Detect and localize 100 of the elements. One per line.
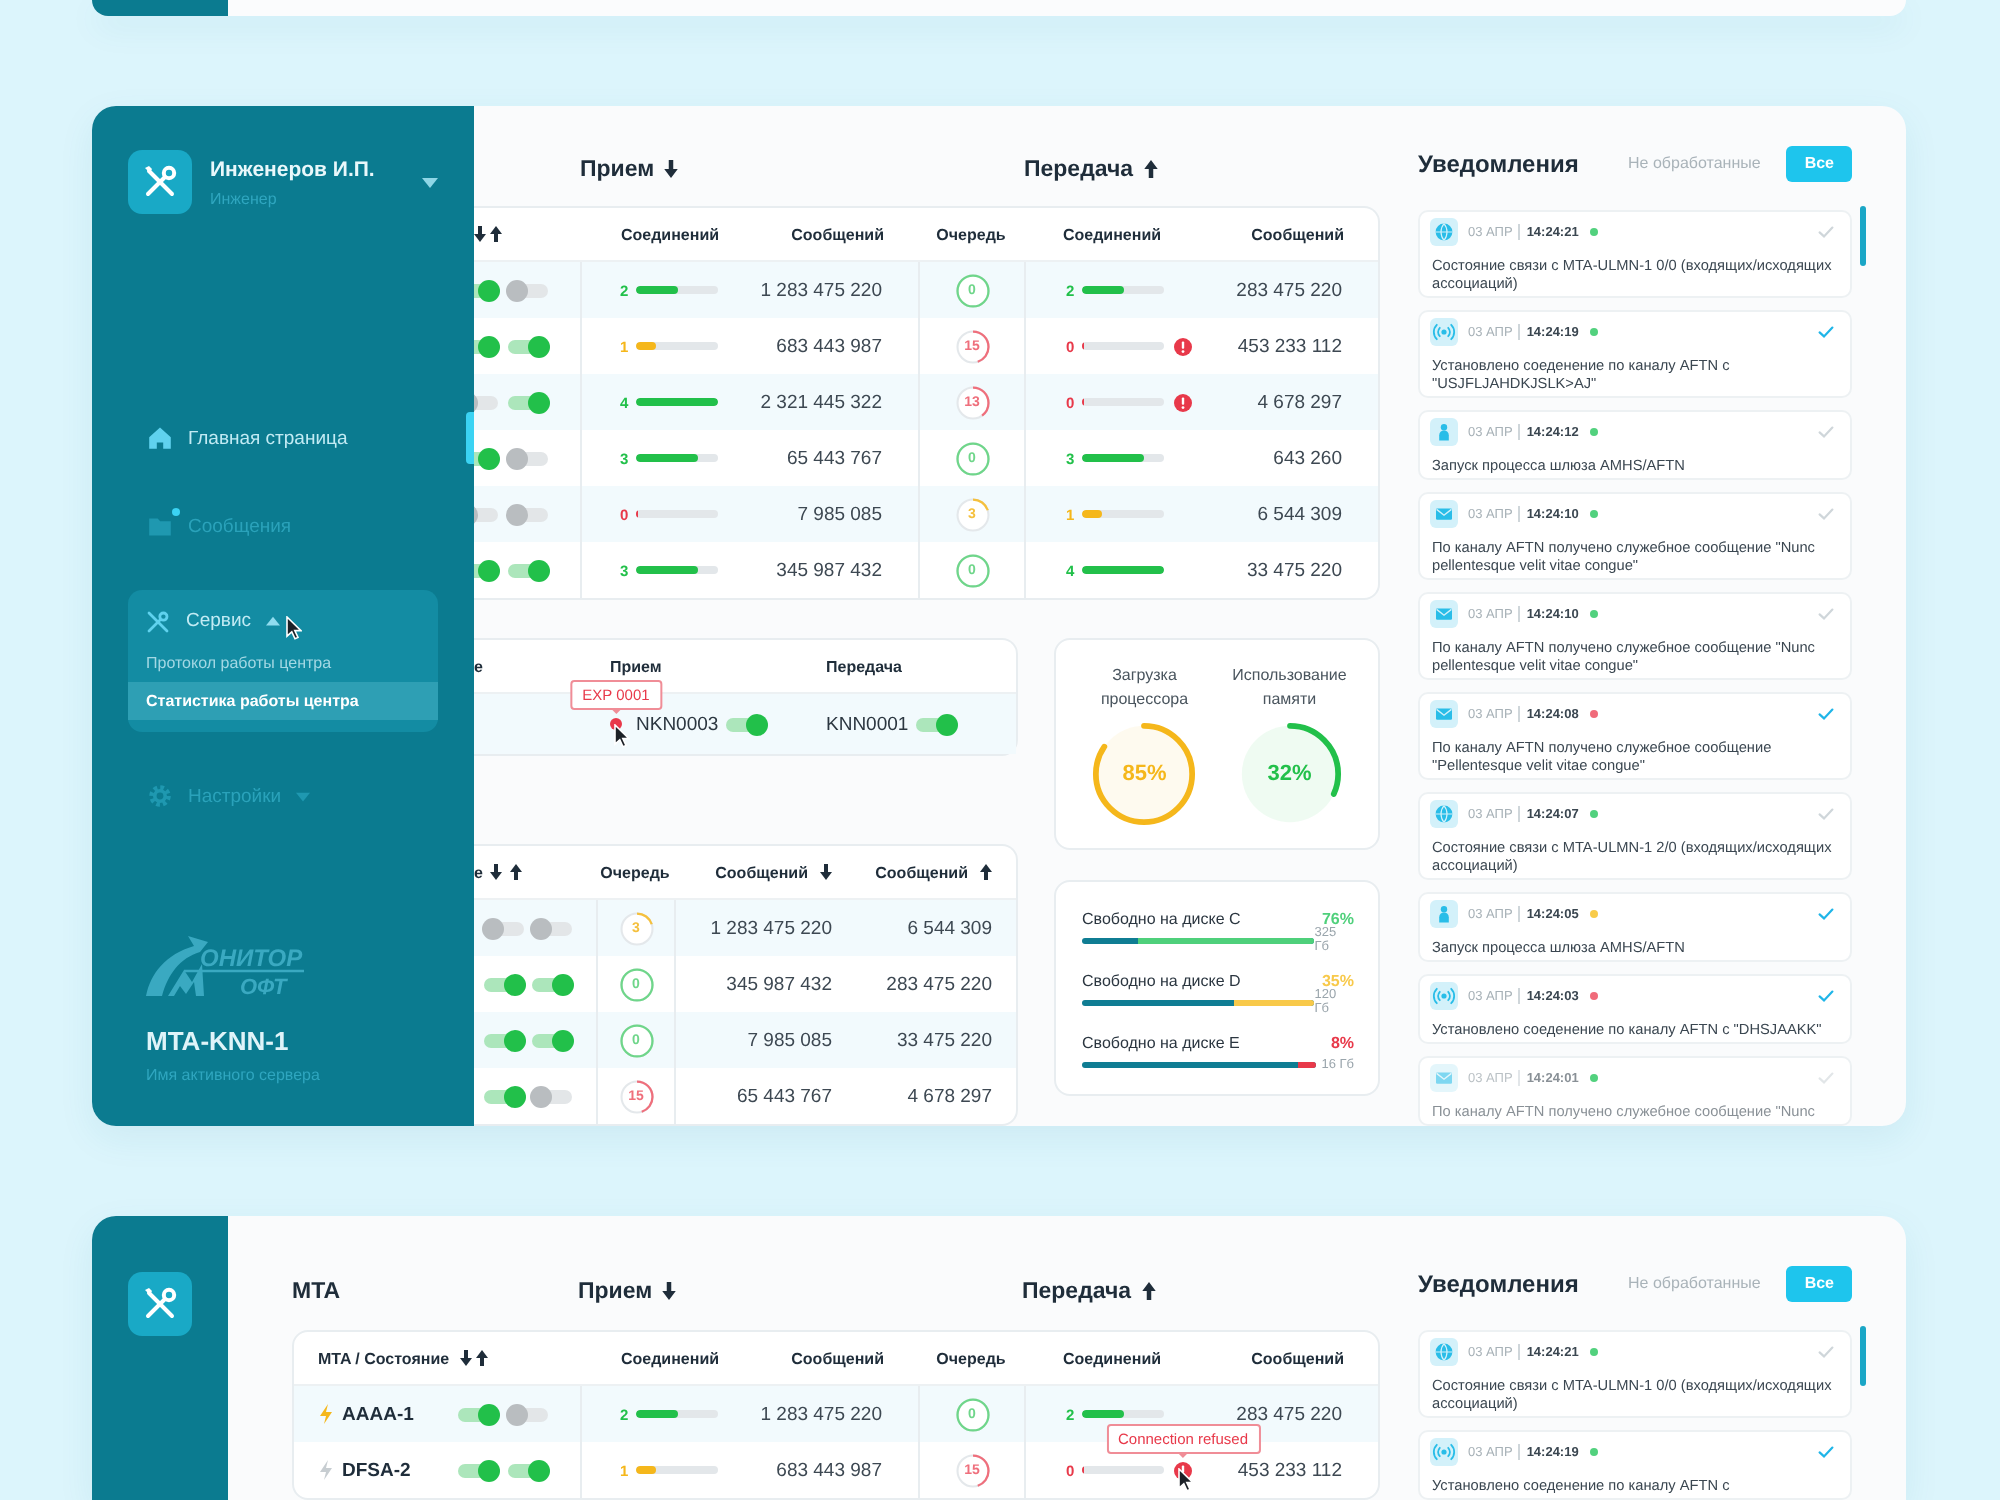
toggle-switch[interactable] — [530, 973, 574, 995]
signal-icon — [1430, 1438, 1458, 1466]
arrow-up-icon — [1143, 160, 1158, 178]
table-cell: 453 233 112 — [1237, 1459, 1342, 1481]
mta-name: DFSA-2 — [342, 1459, 411, 1481]
toggle-switch[interactable] — [530, 1029, 574, 1051]
section-heading: Передача — [1022, 1279, 1132, 1303]
envelope-icon — [1430, 500, 1458, 528]
section-heading: Прием — [580, 157, 655, 181]
table-cell: 453 233 112 — [1237, 335, 1342, 357]
cursor-icon — [614, 724, 630, 748]
column-header: Сообщений — [791, 1349, 884, 1367]
check-icon[interactable] — [1818, 1346, 1834, 1358]
check-icon[interactable] — [1818, 808, 1834, 820]
cursor-icon — [1178, 1467, 1194, 1491]
toggle-switch[interactable] — [506, 559, 550, 581]
globe-icon — [1430, 800, 1458, 828]
table-cell: 2 321 445 322 — [760, 391, 882, 413]
disk-percent: 76% — [1321, 908, 1354, 928]
envelope-icon — [1430, 1064, 1458, 1092]
panel-title: Уведомления — [1418, 1270, 1579, 1298]
queue-ring-icon — [955, 1397, 989, 1431]
toggle-switch[interactable] — [506, 1403, 550, 1425]
queue-ring-icon — [955, 273, 989, 307]
toggle-switch[interactable] — [482, 1029, 526, 1051]
table-cell: 6 544 309 — [1257, 503, 1342, 525]
gauge-value: 85% — [1122, 762, 1167, 786]
toggle-switch[interactable] — [506, 279, 550, 301]
arrow-down-icon — [664, 160, 679, 178]
globe-icon — [1430, 1338, 1458, 1366]
queue-ring-icon — [619, 1023, 653, 1057]
panel-title: Уведомления — [1418, 150, 1579, 178]
check-icon[interactable] — [1818, 908, 1834, 920]
arrow-up-icon — [1141, 1282, 1156, 1300]
user-name: Инженеров И.П. — [210, 157, 375, 181]
nav-item[interactable]: Главная страница — [92, 414, 474, 462]
queue-ring-icon — [619, 911, 653, 945]
toggle-switch[interactable] — [506, 391, 550, 413]
column-header: Передача — [826, 657, 902, 675]
arrow-down-icon — [490, 864, 503, 880]
disk-label: Свободно на диске D — [1082, 970, 1241, 992]
table-cell: 33 475 220 — [896, 1029, 992, 1051]
column-header: Соединений — [620, 225, 720, 243]
toggle-switch[interactable] — [506, 1459, 550, 1481]
check-icon[interactable] — [1818, 990, 1834, 1002]
channel-name: NKN0003 — [636, 713, 719, 735]
caret-down-icon[interactable] — [422, 177, 438, 187]
disk-percent: 8% — [1330, 1032, 1354, 1054]
table-cell: 65 443 767 — [736, 1085, 832, 1107]
queue-ring-icon — [955, 497, 989, 531]
toggle-switch[interactable] — [506, 503, 550, 525]
table-cell: 283 475 220 — [1236, 279, 1342, 301]
queue-ring-icon — [955, 329, 989, 363]
signal-icon — [1430, 318, 1458, 346]
check-icon[interactable] — [1818, 508, 1834, 520]
toggle-switch[interactable] — [506, 447, 550, 469]
server-name: MTA-KNN-1 — [146, 1026, 291, 1056]
scrollbar-thumb[interactable] — [1860, 206, 1866, 266]
toggle-switch[interactable] — [456, 1403, 500, 1425]
column-header: Сообщений — [791, 225, 884, 243]
person-icon — [1430, 418, 1458, 446]
globe-icon — [1430, 218, 1458, 246]
check-icon[interactable] — [1818, 326, 1834, 338]
gauge-label: Загрузка процессора — [1098, 664, 1191, 712]
toggle-switch[interactable] — [482, 1085, 526, 1107]
gear-icon — [148, 784, 172, 808]
table-cell: 1 283 475 220 — [760, 279, 882, 301]
toggle-switch[interactable] — [530, 917, 574, 939]
queue-ring-icon — [955, 1453, 989, 1487]
toggle-switch[interactable] — [482, 973, 526, 995]
toggle-switch[interactable] — [482, 917, 526, 939]
toggle-switch[interactable] — [456, 1459, 500, 1481]
tools-icon — [146, 609, 170, 633]
check-icon[interactable] — [1818, 608, 1834, 620]
column-header: Сообщений — [875, 863, 968, 881]
toggle-switch[interactable] — [530, 1085, 574, 1107]
arrow-up-icon — [980, 864, 992, 880]
tools-icon[interactable] — [128, 150, 192, 214]
scrollbar-thumb[interactable] — [1860, 1326, 1866, 1386]
toggle-switch[interactable] — [506, 335, 550, 357]
table-cell: 1 283 475 220 — [760, 1403, 882, 1425]
check-icon[interactable] — [1818, 426, 1834, 438]
column-header: Соединений — [620, 1349, 720, 1367]
check-icon[interactable] — [1818, 1446, 1834, 1458]
toggle-switch[interactable] — [914, 713, 959, 735]
tools-icon[interactable] — [128, 1272, 192, 1336]
disk-label: Свободно на диске C — [1082, 908, 1241, 930]
envelope-icon — [1430, 700, 1458, 728]
arrow-down-icon — [662, 1282, 677, 1300]
check-icon[interactable] — [1818, 708, 1834, 720]
arrow-up-icon — [475, 1350, 488, 1366]
table-cell: 1 283 475 220 — [710, 917, 832, 939]
check-icon[interactable] — [1818, 226, 1834, 238]
arrow-down-icon — [820, 864, 832, 880]
mta-name: AAAA-1 — [342, 1403, 414, 1425]
cursor-icon — [285, 615, 302, 639]
toggle-switch[interactable] — [724, 713, 769, 735]
table-cell: 345 987 432 — [726, 973, 832, 995]
column-header: е — [474, 657, 483, 675]
queue-ring-icon — [955, 441, 989, 475]
